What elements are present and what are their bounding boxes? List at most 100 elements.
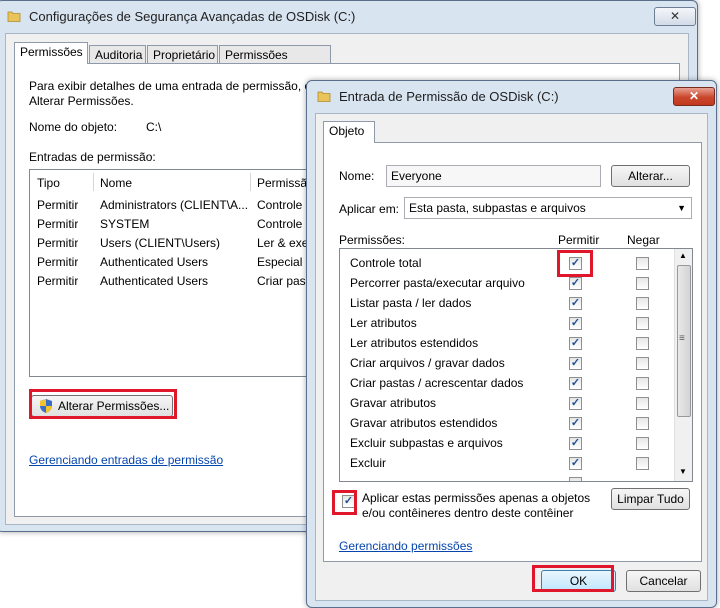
intro-text: Para exibir detalhes de uma entrada de p… bbox=[29, 79, 314, 93]
allow-checkbox[interactable]: ✓ bbox=[569, 317, 582, 330]
change-principal-button[interactable]: Alterar... bbox=[611, 165, 690, 187]
row-type: Permitir bbox=[37, 217, 79, 231]
row-name: Authenticated Users bbox=[100, 255, 209, 269]
deny-checkbox[interactable] bbox=[636, 437, 649, 450]
permission-name: Criar arquivos / gravar dados bbox=[350, 356, 505, 370]
permission-name: Criar pastas / acrescentar dados bbox=[350, 376, 524, 390]
list-item: Percorrer pasta/executar arquivo ✓ bbox=[340, 273, 670, 293]
column-separator bbox=[250, 173, 251, 191]
permission-name: Ler atributos estendidos bbox=[350, 336, 479, 350]
table-row[interactable]: Permitir Authenticated Users Especial bbox=[30, 253, 330, 272]
deny-checkbox[interactable] bbox=[636, 277, 649, 290]
allow-checkbox[interactable]: ✓ bbox=[569, 377, 582, 390]
allow-checkbox[interactable]: ✓ bbox=[569, 397, 582, 410]
title-bar[interactable]: Configurações de Segurança Avançadas de … bbox=[0, 1, 697, 31]
scroll-up-icon[interactable]: ▲ bbox=[679, 251, 687, 260]
tab-auditoria[interactable]: Auditoria bbox=[89, 45, 146, 64]
deny-checkbox[interactable] bbox=[636, 337, 649, 350]
row-name: SYSTEM bbox=[100, 217, 150, 231]
scrollbar[interactable]: ▲ ≡ ▼ bbox=[674, 249, 692, 481]
entries-label: Entradas de permissão: bbox=[29, 150, 156, 164]
list-item: Excluir subpastas e arquivos ✓ bbox=[340, 433, 670, 453]
manage-permissions-link[interactable]: Gerenciando permissões bbox=[339, 539, 472, 553]
folder-icon bbox=[317, 91, 331, 102]
permission-entry-window: Entrada de Permissão de OSDisk (C:) ✕ Ob… bbox=[306, 80, 717, 608]
deny-checkbox[interactable] bbox=[636, 457, 649, 470]
row-permission: Controle bbox=[257, 198, 303, 212]
permission-name: Controle total bbox=[350, 256, 422, 270]
deny-checkbox[interactable] bbox=[636, 297, 649, 310]
apply-to-label: Aplicar em: bbox=[339, 202, 400, 216]
name-field[interactable]: Everyone bbox=[386, 165, 601, 187]
deny-checkbox[interactable] bbox=[636, 257, 649, 270]
row-name: Administrators (CLIENT\A... bbox=[100, 198, 249, 212]
allow-checkbox[interactable]: ✓ bbox=[569, 417, 582, 430]
folder-icon bbox=[7, 11, 21, 22]
column-header-tipo[interactable]: Tipo bbox=[37, 176, 60, 190]
table-row[interactable]: Permitir SYSTEM Controle bbox=[30, 215, 330, 234]
list-item: Ler atributos estendidos ✓ bbox=[340, 333, 670, 353]
tab-permissoes[interactable]: Permissões bbox=[14, 42, 88, 64]
row-type: Permitir bbox=[37, 236, 79, 250]
list-item: Criar arquivos / gravar dados ✓ bbox=[340, 353, 670, 373]
clear-all-button[interactable]: Limpar Tudo bbox=[611, 488, 690, 510]
allow-checkbox[interactable] bbox=[569, 477, 582, 481]
row-name: Authenticated Users bbox=[100, 274, 209, 288]
highlight-apply-only bbox=[332, 490, 357, 515]
deny-checkbox[interactable] bbox=[636, 417, 649, 430]
column-separator bbox=[93, 173, 94, 191]
name-label: Nome: bbox=[339, 169, 375, 183]
allow-checkbox[interactable]: ✓ bbox=[569, 437, 582, 450]
row-permission: Controle bbox=[257, 217, 303, 231]
deny-checkbox[interactable] bbox=[636, 377, 649, 390]
permission-name: Excluir bbox=[350, 456, 387, 470]
permissions-label: Permissões: bbox=[339, 233, 406, 247]
deny-checkbox[interactable] bbox=[636, 357, 649, 370]
list-item: Ler atributos ✓ bbox=[340, 313, 670, 333]
window-client: Objeto Nome: Everyone Alterar... Aplicar… bbox=[315, 113, 708, 601]
allow-checkbox[interactable]: ✓ bbox=[569, 277, 582, 290]
chevron-down-icon: ▼ bbox=[677, 203, 686, 213]
tab-permissoes-efetivas[interactable]: Permissões Efetivas bbox=[219, 45, 331, 81]
close-button[interactable]: ✕ bbox=[673, 87, 715, 106]
permissions-list[interactable]: Controle total ✓ Percorrer pasta/executa… bbox=[339, 248, 693, 482]
allow-checkbox[interactable]: ✓ bbox=[569, 357, 582, 370]
table-row[interactable]: Permitir Administrators (CLIENT\A... Con… bbox=[30, 196, 330, 215]
permission-name: Excluir subpastas e arquivos bbox=[350, 436, 503, 450]
allow-checkbox[interactable]: ✓ bbox=[569, 337, 582, 350]
tab-proprietario[interactable]: Proprietário bbox=[147, 45, 218, 64]
apply-only-label-2: e/ou contêineres dentro deste contêiner bbox=[362, 506, 574, 520]
tab-panel: Nome: Everyone Alterar... Aplicar em: Es… bbox=[323, 142, 702, 562]
column-header-nome[interactable]: Nome bbox=[100, 176, 132, 190]
window-title: Entrada de Permissão de OSDisk (C:) bbox=[339, 89, 559, 104]
list-item: Controle total ✓ bbox=[340, 253, 670, 273]
deny-header: Negar bbox=[627, 233, 660, 247]
title-bar[interactable]: Entrada de Permissão de OSDisk (C:) ✕ bbox=[307, 81, 716, 111]
scroll-down-icon[interactable]: ▼ bbox=[679, 467, 687, 476]
window-title: Configurações de Segurança Avançadas de … bbox=[29, 9, 356, 24]
manage-entries-link[interactable]: Gerenciando entradas de permissão bbox=[29, 453, 223, 467]
permission-name: Listar pasta / ler dados bbox=[350, 296, 472, 310]
row-permission: Especial bbox=[257, 255, 303, 269]
allow-checkbox[interactable]: ✓ bbox=[569, 457, 582, 470]
deny-checkbox[interactable] bbox=[636, 317, 649, 330]
tab-objeto[interactable]: Objeto bbox=[323, 121, 375, 143]
row-name: Users (CLIENT\Users) bbox=[100, 236, 221, 250]
column-header-permissao[interactable]: Permissã bbox=[257, 176, 307, 190]
highlight-full-control-allow bbox=[557, 250, 593, 277]
table-row[interactable]: Permitir Authenticated Users Criar pas bbox=[30, 272, 330, 291]
deny-checkbox[interactable] bbox=[636, 397, 649, 410]
apply-only-label: Aplicar estas permissões apenas a objeto… bbox=[362, 491, 591, 505]
object-name-value: C:\ bbox=[146, 120, 162, 134]
allow-checkbox[interactable]: ✓ bbox=[569, 297, 582, 310]
close-button[interactable]: ✕ bbox=[654, 7, 696, 26]
permission-entries-list[interactable]: Tipo Nome Permissã Permitir Administrato… bbox=[29, 169, 331, 377]
permission-name: Percorrer pasta/executar arquivo bbox=[350, 276, 525, 290]
row-permission: Criar pas bbox=[257, 274, 306, 288]
apply-to-select[interactable]: Esta pasta, subpastas e arquivos ▼ bbox=[404, 197, 692, 219]
row-type: Permitir bbox=[37, 274, 79, 288]
cancel-button[interactable]: Cancelar bbox=[626, 570, 701, 592]
scroll-grip-icon: ≡ bbox=[679, 333, 685, 344]
table-row[interactable]: Permitir Users (CLIENT\Users) Ler & exe bbox=[30, 234, 330, 253]
list-item: Gravar atributos estendidos ✓ bbox=[340, 413, 670, 433]
